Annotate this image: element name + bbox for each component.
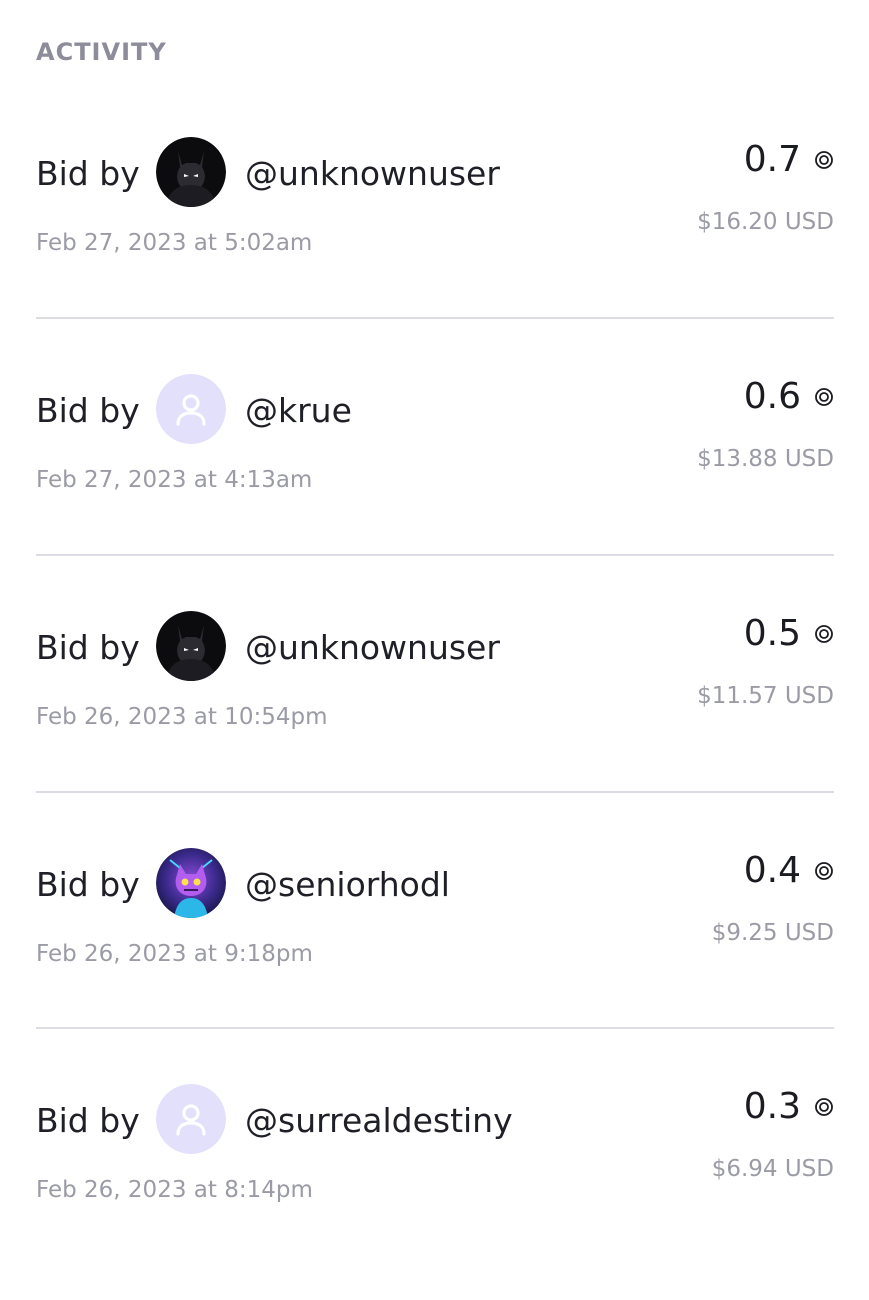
coin-icon — [815, 151, 833, 169]
username-link[interactable]: @krue — [245, 391, 352, 431]
bid-amount: 0.7 — [744, 139, 834, 181]
purple-creature-avatar-icon — [156, 848, 226, 918]
usd-value: $13.88 USD — [697, 446, 834, 472]
coin-icon — [815, 862, 833, 880]
bid-amount: 0.3 — [744, 1086, 834, 1128]
coin-icon — [815, 388, 833, 406]
coin-icon — [815, 1098, 833, 1116]
username-link[interactable]: @unknownuser — [245, 628, 500, 668]
avatar[interactable] — [156, 1084, 226, 1154]
avatar[interactable] — [156, 137, 226, 207]
usd-value: $16.20 USD — [697, 209, 834, 235]
bid-amount: 0.5 — [744, 613, 834, 655]
bid-by-label: Bid by — [36, 1101, 140, 1140]
divider — [36, 317, 834, 319]
amount-value: 0.3 — [743, 1086, 801, 1127]
timestamp: Feb 27, 2023 at 4:13am — [36, 467, 313, 493]
timestamp: Feb 26, 2023 at 8:14pm — [36, 1177, 313, 1203]
user-icon — [156, 374, 226, 444]
user-icon — [156, 1084, 226, 1154]
section-title: ACTIVITY — [36, 38, 167, 66]
timestamp: Feb 26, 2023 at 10:54pm — [36, 704, 328, 730]
activity-row[interactable]: Bid by @surrealdestiny Feb 26, 2023 at 8… — [36, 1064, 834, 1300]
usd-value: $11.57 USD — [697, 683, 834, 709]
bid-by-label: Bid by — [36, 628, 140, 667]
usd-value: $6.94 USD — [711, 1156, 834, 1182]
username-link[interactable]: @seniorhodl — [245, 865, 450, 905]
batman-avatar-icon — [156, 137, 226, 207]
avatar[interactable] — [156, 611, 226, 681]
bid-by-label: Bid by — [36, 865, 140, 904]
bid-amount: 0.6 — [744, 376, 834, 418]
coin-icon — [815, 625, 833, 643]
amount-value: 0.5 — [743, 613, 801, 654]
batman-avatar-icon — [156, 611, 226, 681]
divider — [36, 791, 834, 793]
bid-by-label: Bid by — [36, 154, 140, 193]
divider — [36, 554, 834, 556]
bid-amount: 0.4 — [744, 850, 834, 892]
avatar[interactable] — [156, 848, 226, 918]
username-link[interactable]: @surrealdestiny — [245, 1101, 513, 1141]
amount-value: 0.7 — [743, 139, 801, 180]
timestamp: Feb 27, 2023 at 5:02am — [36, 230, 313, 256]
timestamp: Feb 26, 2023 at 9:18pm — [36, 941, 313, 967]
amount-value: 0.4 — [743, 850, 801, 891]
divider — [36, 1027, 834, 1029]
avatar[interactable] — [156, 374, 226, 444]
username-link[interactable]: @unknownuser — [245, 154, 500, 194]
amount-value: 0.6 — [743, 376, 801, 417]
usd-value: $9.25 USD — [711, 920, 834, 946]
bid-by-label: Bid by — [36, 391, 140, 430]
